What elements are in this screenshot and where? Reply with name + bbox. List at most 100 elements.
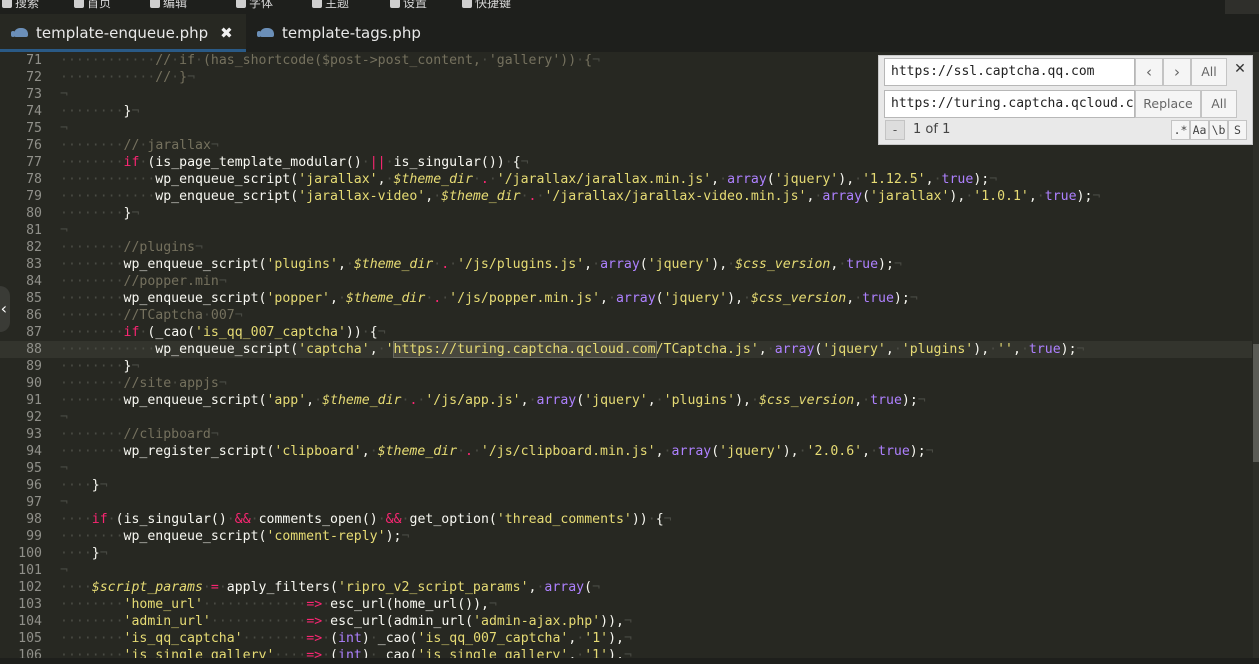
code-text[interactable]: ········//·jarallax¬ [60,137,219,154]
line-number: 74 [26,104,42,119]
code-text[interactable]: ········if·(is_page_template_modular()·|… [60,154,529,171]
code-text[interactable]: ············wp_enqueue_script('jarallax'… [60,171,997,188]
code-line[interactable]: 86 ········//TCaptcha·007¬ [0,307,1252,324]
code-line[interactable]: 98 ····if·(is_singular()·&&·comments_open… [0,511,1252,528]
code-line[interactable]: 105 ········'is_qq_captcha'········=>·(in… [0,630,1252,647]
code-line[interactable]: 106 ········'is_single_gallery'····=>·(in… [0,647,1252,658]
menu-item-font[interactable]: 字体 [236,0,273,12]
code-text[interactable]: ········//popper.min¬ [60,273,227,290]
code-text[interactable]: ¬ [60,86,68,103]
code-text[interactable]: ············//·}¬ [60,69,195,86]
code-line[interactable]: 94 ········wp_register_script('clipboard'… [0,443,1252,460]
replace-all-button[interactable]: All [1201,90,1237,118]
code-line[interactable]: 95 ¬ [0,460,1252,477]
code-line[interactable]: 99 ········wp_enqueue_script('comment-rep… [0,528,1252,545]
scrollbar-thumb[interactable] [1253,344,1259,462]
menu-item-shortcuts[interactable]: 快捷键 [462,0,511,12]
case-sensitive-toggle[interactable]: Aa [1190,120,1209,140]
code-line[interactable]: 102 ····$script_params·=·apply_filters('r… [0,579,1252,596]
code-text[interactable]: ¬ [60,120,68,137]
code-text[interactable]: ········}¬ [60,103,139,120]
whole-word-toggle[interactable]: \b [1209,120,1228,140]
code-line[interactable]: 92 ¬ [0,409,1252,426]
code-text[interactable]: ¬ [60,562,68,579]
code-text[interactable]: ········wp_enqueue_script('plugins',·$th… [60,256,902,273]
code-text[interactable]: ········//plugins¬ [60,239,203,256]
close-icon[interactable]: ✕ [1233,60,1247,78]
find-next-button[interactable]: › [1163,58,1191,86]
collapse-button[interactable]: - [885,120,905,140]
code-line[interactable]: 88 ············wp_enqueue_script('captcha… [0,341,1252,358]
code-line[interactable]: 101 ¬ [0,562,1252,579]
menu-item-search[interactable]: 搜索 [2,0,39,12]
code-text[interactable]: ············wp_enqueue_script('jarallax-… [60,188,1100,205]
font-icon [236,0,246,8]
code-line[interactable]: 96 ····}¬ [0,477,1252,494]
replace-input[interactable]: https://turing.captcha.qcloud.c [884,90,1135,118]
gear-icon [390,0,400,8]
code-text[interactable]: ········wp_enqueue_script('app',·$theme_… [60,392,926,409]
code-text[interactable]: ¬ [60,222,68,239]
code-line[interactable]: 84 ········//popper.min¬ [0,273,1252,290]
line-number: 90 [26,376,42,391]
code-text[interactable]: ········}¬ [60,205,139,222]
code-text[interactable]: ····$script_params·=·apply_filters('ripr… [60,579,600,596]
code-text[interactable]: ············wp_enqueue_script('captcha',… [60,341,1085,358]
close-tab-icon[interactable]: ✖ [220,14,233,52]
code-line[interactable]: 83 ········wp_enqueue_script('plugins',·$… [0,256,1252,273]
find-prev-button[interactable]: ‹ [1135,58,1163,86]
code-line[interactable]: 100 ····}¬ [0,545,1252,562]
code-text[interactable]: ········//clipboard¬ [60,426,219,443]
code-text[interactable]: ········'is_qq_captcha'········=>·(int)·… [60,630,632,647]
code-line[interactable]: 90 ········//site·appjs¬ [0,375,1252,392]
code-line[interactable]: 89 ········}¬ [0,358,1252,375]
code-text[interactable]: ········wp_enqueue_script('comment-reply… [60,528,409,545]
match-count: 1 of 1 [913,122,951,137]
code-text[interactable]: ········if·(_cao('is_qq_007_captcha'))·{… [60,324,386,341]
code-text[interactable]: ····}¬ [60,545,108,562]
search-input[interactable]: https://ssl.captcha.qq.com [884,58,1135,86]
code-text[interactable]: ¬ [60,460,68,477]
code-line[interactable]: 93 ········//clipboard¬ [0,426,1252,443]
code-line[interactable]: 80 ········}¬ [0,205,1252,222]
code-text[interactable]: ¬ [60,494,68,511]
code-text[interactable]: ········}¬ [60,358,139,375]
code-line[interactable]: 79 ············wp_enqueue_script('jaralla… [0,188,1252,205]
menu-item-theme[interactable]: 主题 [312,0,349,12]
tab-template-tags[interactable]: template-tags.php [246,14,446,52]
code-line[interactable]: 103 ········'home_url'·············=>·esc… [0,596,1252,613]
code-text[interactable]: ········wp_enqueue_script('popper',·$the… [60,290,918,307]
code-line[interactable]: 91 ········wp_enqueue_script('app',·$them… [0,392,1252,409]
code-line[interactable]: 87 ········if·(_cao('is_qq_007_captcha'))… [0,324,1252,341]
regex-toggle[interactable]: .* [1171,120,1190,140]
code-line[interactable]: 78 ············wp_enqueue_script('jaralla… [0,171,1252,188]
code-text[interactable]: ············//·if·(has_shortcode($post->… [60,52,600,69]
code-line[interactable]: 104 ········'admin_url'············=>·esc… [0,613,1252,630]
line-number: 75 [26,121,42,136]
menu-item-home[interactable]: 首页 [74,0,111,12]
back-chevron-icon[interactable]: ‹ [0,286,10,332]
in-selection-toggle[interactable]: S [1228,120,1247,140]
code-text[interactable]: ········//site·appjs¬ [60,375,227,392]
menu-item-settings[interactable]: 设置 [390,0,427,12]
code-text[interactable]: ····}¬ [60,477,108,494]
replace-button[interactable]: Replace [1135,90,1201,118]
code-text[interactable]: ¬ [60,409,68,426]
line-number: 93 [26,427,42,442]
code-text[interactable]: ········'is_single_gallery'····=>·(int)·… [60,647,632,658]
code-line[interactable]: 85 ········wp_enqueue_script('popper',·$t… [0,290,1252,307]
code-line[interactable]: 81 ¬ [0,222,1252,239]
tab-template-enqueue[interactable]: template-enqueue.php ✖ [0,14,246,52]
code-text[interactable]: ········//TCaptcha·007¬ [60,307,243,324]
code-text[interactable]: ········wp_register_script('clipboard',·… [60,443,934,460]
code-text[interactable]: ········'admin_url'············=>·esc_ur… [60,613,632,630]
code-line[interactable]: 97 ¬ [0,494,1252,511]
find-all-button[interactable]: All [1191,58,1227,86]
code-line[interactable]: 82 ········//plugins¬ [0,239,1252,256]
vertical-scrollbar[interactable] [1253,52,1259,658]
code-line[interactable]: 77 ········if·(is_page_template_modular()… [0,154,1252,171]
code-text[interactable]: ········'home_url'·············=>·esc_ur… [60,596,497,613]
menu-item-edit[interactable]: 编辑 [150,0,187,12]
home-icon [74,0,84,8]
code-text[interactable]: ····if·(is_singular()·&&·comments_open()… [60,511,672,528]
